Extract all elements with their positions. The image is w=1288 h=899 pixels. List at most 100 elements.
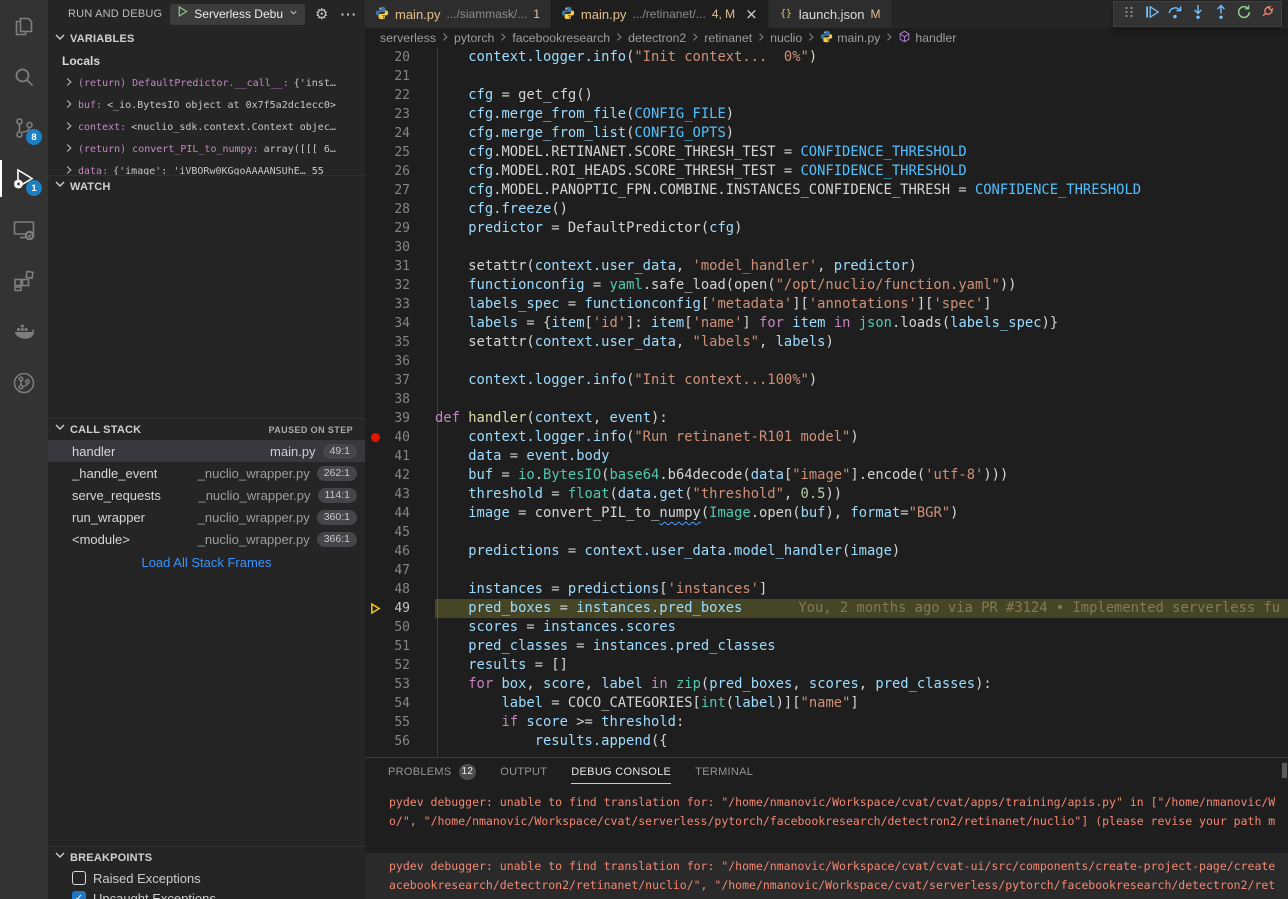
chevron-right-icon[interactable] bbox=[62, 119, 76, 136]
activity-item-run-and-debug[interactable]: 1 bbox=[0, 153, 48, 204]
breadcrumb-item-serverless[interactable]: serverless bbox=[380, 31, 436, 45]
editor-gutter[interactable]: 29 bbox=[365, 219, 435, 238]
editor-gutter[interactable]: 26 bbox=[365, 162, 435, 181]
chevron-right-icon[interactable] bbox=[62, 141, 76, 158]
start-debug-icon[interactable] bbox=[176, 5, 189, 23]
panel-tab-problems[interactable]: PROBLEMS12 bbox=[388, 758, 476, 785]
activity-item-docker[interactable] bbox=[0, 306, 48, 357]
editor-gutter[interactable]: 51 bbox=[365, 637, 435, 656]
disconnect-button[interactable] bbox=[1255, 2, 1278, 26]
editor-gutter[interactable]: 30 bbox=[365, 238, 435, 257]
variable-row[interactable]: data:{'image': 'iVBORw0KGgoAAAANSUhE… 55 bbox=[48, 160, 365, 175]
variables-scope[interactable]: Locals bbox=[48, 50, 365, 72]
breadcrumb-item-retinanet[interactable]: retinanet bbox=[704, 31, 752, 45]
chevron-right-icon[interactable] bbox=[62, 75, 76, 92]
editor-gutter[interactable]: 33 bbox=[365, 295, 435, 314]
continue-button[interactable] bbox=[1140, 2, 1163, 26]
editor-gutter[interactable]: 27 bbox=[365, 181, 435, 200]
editor-gutter[interactable]: 40 bbox=[365, 428, 435, 447]
editor-gutter[interactable]: 36 bbox=[365, 352, 435, 371]
breakpoint-checkbox[interactable] bbox=[72, 871, 86, 885]
breadcrumb-item-handler[interactable]: handler bbox=[898, 30, 956, 46]
stack-frame-row[interactable]: serve_requests_nuclio_wrapper.py114:1 bbox=[48, 484, 365, 506]
activity-item-explorer[interactable] bbox=[0, 0, 48, 51]
panel-tab-terminal[interactable]: TERMINAL bbox=[695, 758, 753, 785]
editor-gutter[interactable]: 42 bbox=[365, 466, 435, 485]
editor-gutter[interactable]: 31 bbox=[365, 257, 435, 276]
editor-gutter[interactable]: 47 bbox=[365, 561, 435, 580]
editor-gutter[interactable]: 25 bbox=[365, 143, 435, 162]
activity-item-git-graph[interactable] bbox=[0, 357, 48, 408]
close-icon[interactable]: × bbox=[745, 5, 758, 23]
restart-button[interactable] bbox=[1232, 2, 1255, 26]
editor-tab-main.py[interactable]: main.py.../retinanet/...4, M× bbox=[551, 0, 768, 28]
activity-item-search[interactable] bbox=[0, 51, 48, 102]
panel-tab-debug-console[interactable]: DEBUG CONSOLE bbox=[571, 758, 671, 785]
editor-gutter[interactable]: 20 bbox=[365, 48, 435, 67]
editor-gutter[interactable]: 23 bbox=[365, 105, 435, 124]
drag-grip-button[interactable] bbox=[1117, 2, 1140, 26]
stack-frame-row[interactable]: _handle_event_nuclio_wrapper.py262:1 bbox=[48, 462, 365, 484]
editor-gutter[interactable]: 21 bbox=[365, 67, 435, 86]
editor-gutter[interactable]: 28 bbox=[365, 200, 435, 219]
breadcrumb-item-nuclio[interactable]: nuclio bbox=[770, 31, 802, 45]
editor-tab-main.py[interactable]: main.py.../siammask/...1 bbox=[365, 0, 550, 28]
editor-gutter[interactable]: 37 bbox=[365, 371, 435, 390]
stack-frame-row[interactable]: <module>_nuclio_wrapper.py366:1 bbox=[48, 528, 365, 550]
step-out-button[interactable] bbox=[1209, 2, 1232, 26]
breakpoint-row[interactable]: Raised Exceptions bbox=[48, 868, 365, 888]
more-actions-icon[interactable]: ··· bbox=[340, 6, 357, 22]
variable-row[interactable]: (return) convert_PIL_to_numpy:array([[[ … bbox=[48, 138, 365, 160]
step-over-button[interactable] bbox=[1163, 2, 1186, 26]
stack-frame-row[interactable]: run_wrapper_nuclio_wrapper.py360:1 bbox=[48, 506, 365, 528]
launch-config-dropdown[interactable]: Serverless Debu bbox=[170, 4, 305, 25]
editor-gutter[interactable]: 34 bbox=[365, 314, 435, 333]
editor-gutter[interactable]: 46 bbox=[365, 542, 435, 561]
editor-tab-launch.json[interactable]: {}launch.jsonM bbox=[769, 0, 891, 28]
editor-gutter[interactable]: 44 bbox=[365, 504, 435, 523]
editor-gutter[interactable]: 22 bbox=[365, 86, 435, 105]
editor-gutter[interactable]: 35 bbox=[365, 333, 435, 352]
code-editor[interactable]: 20 context.logger.info("Init context... … bbox=[365, 48, 1288, 757]
editor-gutter[interactable]: 48 bbox=[365, 580, 435, 599]
activity-item-remote-explorer[interactable] bbox=[0, 204, 48, 255]
gear-icon[interactable]: ⚙ bbox=[315, 5, 328, 23]
variable-row[interactable]: context:<nuclio_sdk.context.Context obje… bbox=[48, 116, 365, 138]
variable-row[interactable]: buf:<_io.BytesIO object at 0x7f5a2dc1ecc… bbox=[48, 94, 365, 116]
editor-gutter[interactable]: 52 bbox=[365, 656, 435, 675]
breakpoint-row[interactable]: ✓Uncaught Exceptions bbox=[48, 888, 365, 899]
load-all-stack-frames-link[interactable]: Load All Stack Frames bbox=[48, 555, 365, 570]
console-scrollbar[interactable] bbox=[1282, 763, 1287, 778]
editor-gutter[interactable]: 53 bbox=[365, 675, 435, 694]
call-stack-pane-header[interactable]: CALL STACK PAUSED ON STEP bbox=[48, 418, 365, 440]
editor-gutter[interactable]: 38 bbox=[365, 390, 435, 409]
editor-gutter[interactable]: 49 bbox=[365, 599, 435, 618]
chevron-right-icon[interactable] bbox=[62, 163, 76, 175]
activity-item-extensions[interactable] bbox=[0, 255, 48, 306]
editor-gutter[interactable]: 55 bbox=[365, 713, 435, 732]
editor-gutter[interactable]: 43 bbox=[365, 485, 435, 504]
activity-item-source-control[interactable]: 8 bbox=[0, 102, 48, 153]
breadcrumb-item-main.py[interactable]: main.py bbox=[820, 30, 880, 46]
editor-gutter[interactable]: 39 bbox=[365, 409, 435, 428]
editor-gutter[interactable]: 32 bbox=[365, 276, 435, 295]
editor-gutter[interactable]: 41 bbox=[365, 447, 435, 466]
variables-pane-header[interactable]: VARIABLES bbox=[48, 28, 365, 50]
breadcrumb-item-detectron2[interactable]: detectron2 bbox=[628, 31, 686, 45]
breadcrumb-item-facebookresearch[interactable]: facebookresearch bbox=[512, 31, 610, 45]
watch-pane-header[interactable]: WATCH bbox=[48, 175, 365, 197]
editor-gutter[interactable]: 54 bbox=[365, 694, 435, 713]
breakpoints-pane-header[interactable]: BREAKPOINTS bbox=[48, 846, 365, 868]
editor-gutter[interactable]: 50 bbox=[365, 618, 435, 637]
stack-frame-row[interactable]: handlermain.py49:1 bbox=[48, 440, 365, 462]
panel-tab-output[interactable]: OUTPUT bbox=[500, 758, 547, 785]
step-into-button[interactable] bbox=[1186, 2, 1209, 26]
editor-gutter[interactable]: 56 bbox=[365, 732, 435, 751]
editor-gutter[interactable]: 45 bbox=[365, 523, 435, 542]
chevron-right-icon[interactable] bbox=[62, 97, 76, 114]
editor-gutter[interactable]: 24 bbox=[365, 124, 435, 143]
debug-console-output[interactable]: pydev debugger: unable to find translati… bbox=[365, 786, 1288, 899]
variable-row[interactable]: (return) DefaultPredictor.__call__:{'ins… bbox=[48, 72, 365, 94]
breadcrumb-item-pytorch[interactable]: pytorch bbox=[454, 31, 494, 45]
breakpoint-checkbox[interactable]: ✓ bbox=[72, 891, 86, 899]
